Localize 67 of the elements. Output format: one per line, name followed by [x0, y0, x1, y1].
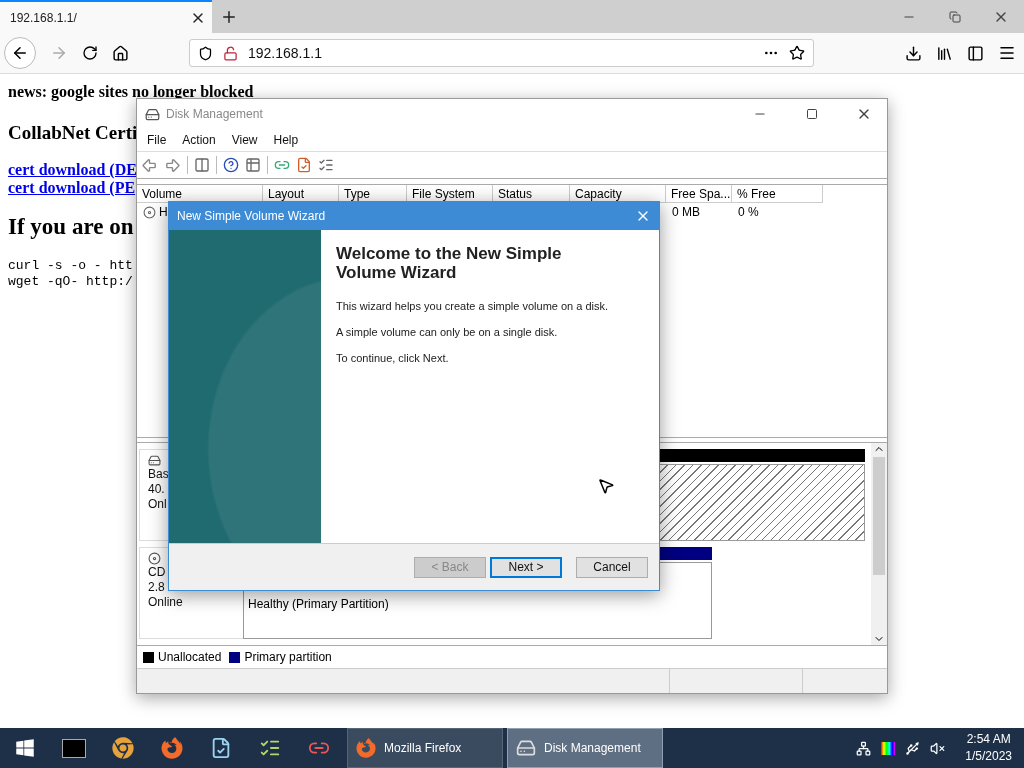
browser-tab[interactable]: 192.168.1.1/ [0, 0, 212, 33]
disk-label: Bas [148, 467, 170, 482]
file-check-icon[interactable] [296, 157, 312, 173]
download-icon[interactable] [905, 44, 922, 62]
disk-label: 2.8 [148, 580, 166, 595]
wizard-heading: Welcome to the New Simple Volume Wizard [336, 244, 563, 282]
back-button[interactable] [4, 37, 36, 69]
code-line: curl -s -o - htt [8, 258, 133, 274]
reload-icon[interactable] [82, 45, 98, 61]
disk-label: CD [148, 565, 167, 580]
maximize-icon[interactable] [806, 108, 818, 120]
drive-icon [145, 106, 160, 122]
library-icon[interactable] [936, 44, 953, 62]
sidebar-icon[interactable] [967, 44, 984, 62]
code-line: wget -qO- http:/ [8, 274, 133, 290]
menu-item[interactable]: File [139, 133, 175, 147]
dialog-title: New Simple Volume Wizard [177, 209, 327, 223]
scrollbar[interactable] [871, 443, 887, 645]
download-link[interactable]: cert download (PE [8, 179, 136, 197]
download-link[interactable]: cert download (DE [8, 161, 137, 179]
network-icon[interactable] [856, 740, 872, 756]
wizard-text: This wizard helps you create a simple volume on a disk. [336, 300, 610, 312]
clock[interactable]: 2:54 AM 1/5/2023 [965, 731, 1012, 765]
restore-icon[interactable] [949, 10, 961, 23]
firefox-icon [356, 738, 376, 758]
legend-label: Primary partition [244, 650, 332, 664]
legend-label: Unallocated [158, 650, 222, 664]
window-title: Disk Management [166, 107, 264, 121]
disc-icon [148, 552, 161, 565]
column-header[interactable]: Free Spa... [666, 185, 732, 203]
wizard-button[interactable]: Cancel [576, 556, 648, 578]
menu-item[interactable]: Help [265, 133, 307, 147]
disk-label: Onl [148, 497, 168, 512]
disc-icon [143, 205, 156, 219]
lock-icon[interactable] [223, 45, 238, 61]
menu-icon[interactable] [998, 44, 1016, 62]
taskbar-window-button[interactable]: Mozilla Firefox [347, 728, 503, 768]
volume-muted-icon[interactable] [930, 740, 946, 756]
menu-item[interactable]: View [223, 133, 266, 147]
panel-icon[interactable] [194, 157, 210, 173]
disk-label: Online [148, 595, 184, 610]
table-cell-text: 0 % [737, 204, 760, 221]
page-heading: CollabNet Certi [8, 122, 138, 144]
wizard-text: A simple volume can only be on a single disk. [336, 326, 559, 338]
drive-icon [148, 454, 161, 467]
menu-item[interactable]: Action [174, 133, 224, 147]
checklist-icon[interactable] [318, 157, 334, 173]
drive-icon [516, 738, 536, 758]
home-icon[interactable] [112, 44, 129, 62]
partition-status: Healthy (Primary Partition) [248, 597, 389, 611]
forward-icon[interactable] [164, 156, 181, 174]
mouse-pointer-icon [597, 477, 615, 495]
usb-icon[interactable] [905, 740, 921, 756]
table-cell-text: 0 MB [671, 204, 701, 221]
shield-icon[interactable] [198, 45, 213, 61]
disk-label: 40. [148, 482, 166, 497]
star-icon[interactable] [789, 45, 805, 61]
table-icon[interactable] [245, 157, 261, 173]
wizard-button[interactable]: Next > [490, 556, 562, 578]
page-heading: If you are on [8, 214, 134, 240]
column-header[interactable]: % Free [732, 185, 823, 203]
wizard-text: To continue, click Next. [336, 352, 450, 364]
help-icon[interactable] [223, 157, 239, 173]
taskbar-window-button[interactable]: Disk Management [507, 728, 663, 768]
back-icon[interactable] [141, 156, 158, 174]
color-icon[interactable] [881, 741, 896, 755]
address-bar[interactable]: 192.168.1.1 [189, 39, 814, 67]
